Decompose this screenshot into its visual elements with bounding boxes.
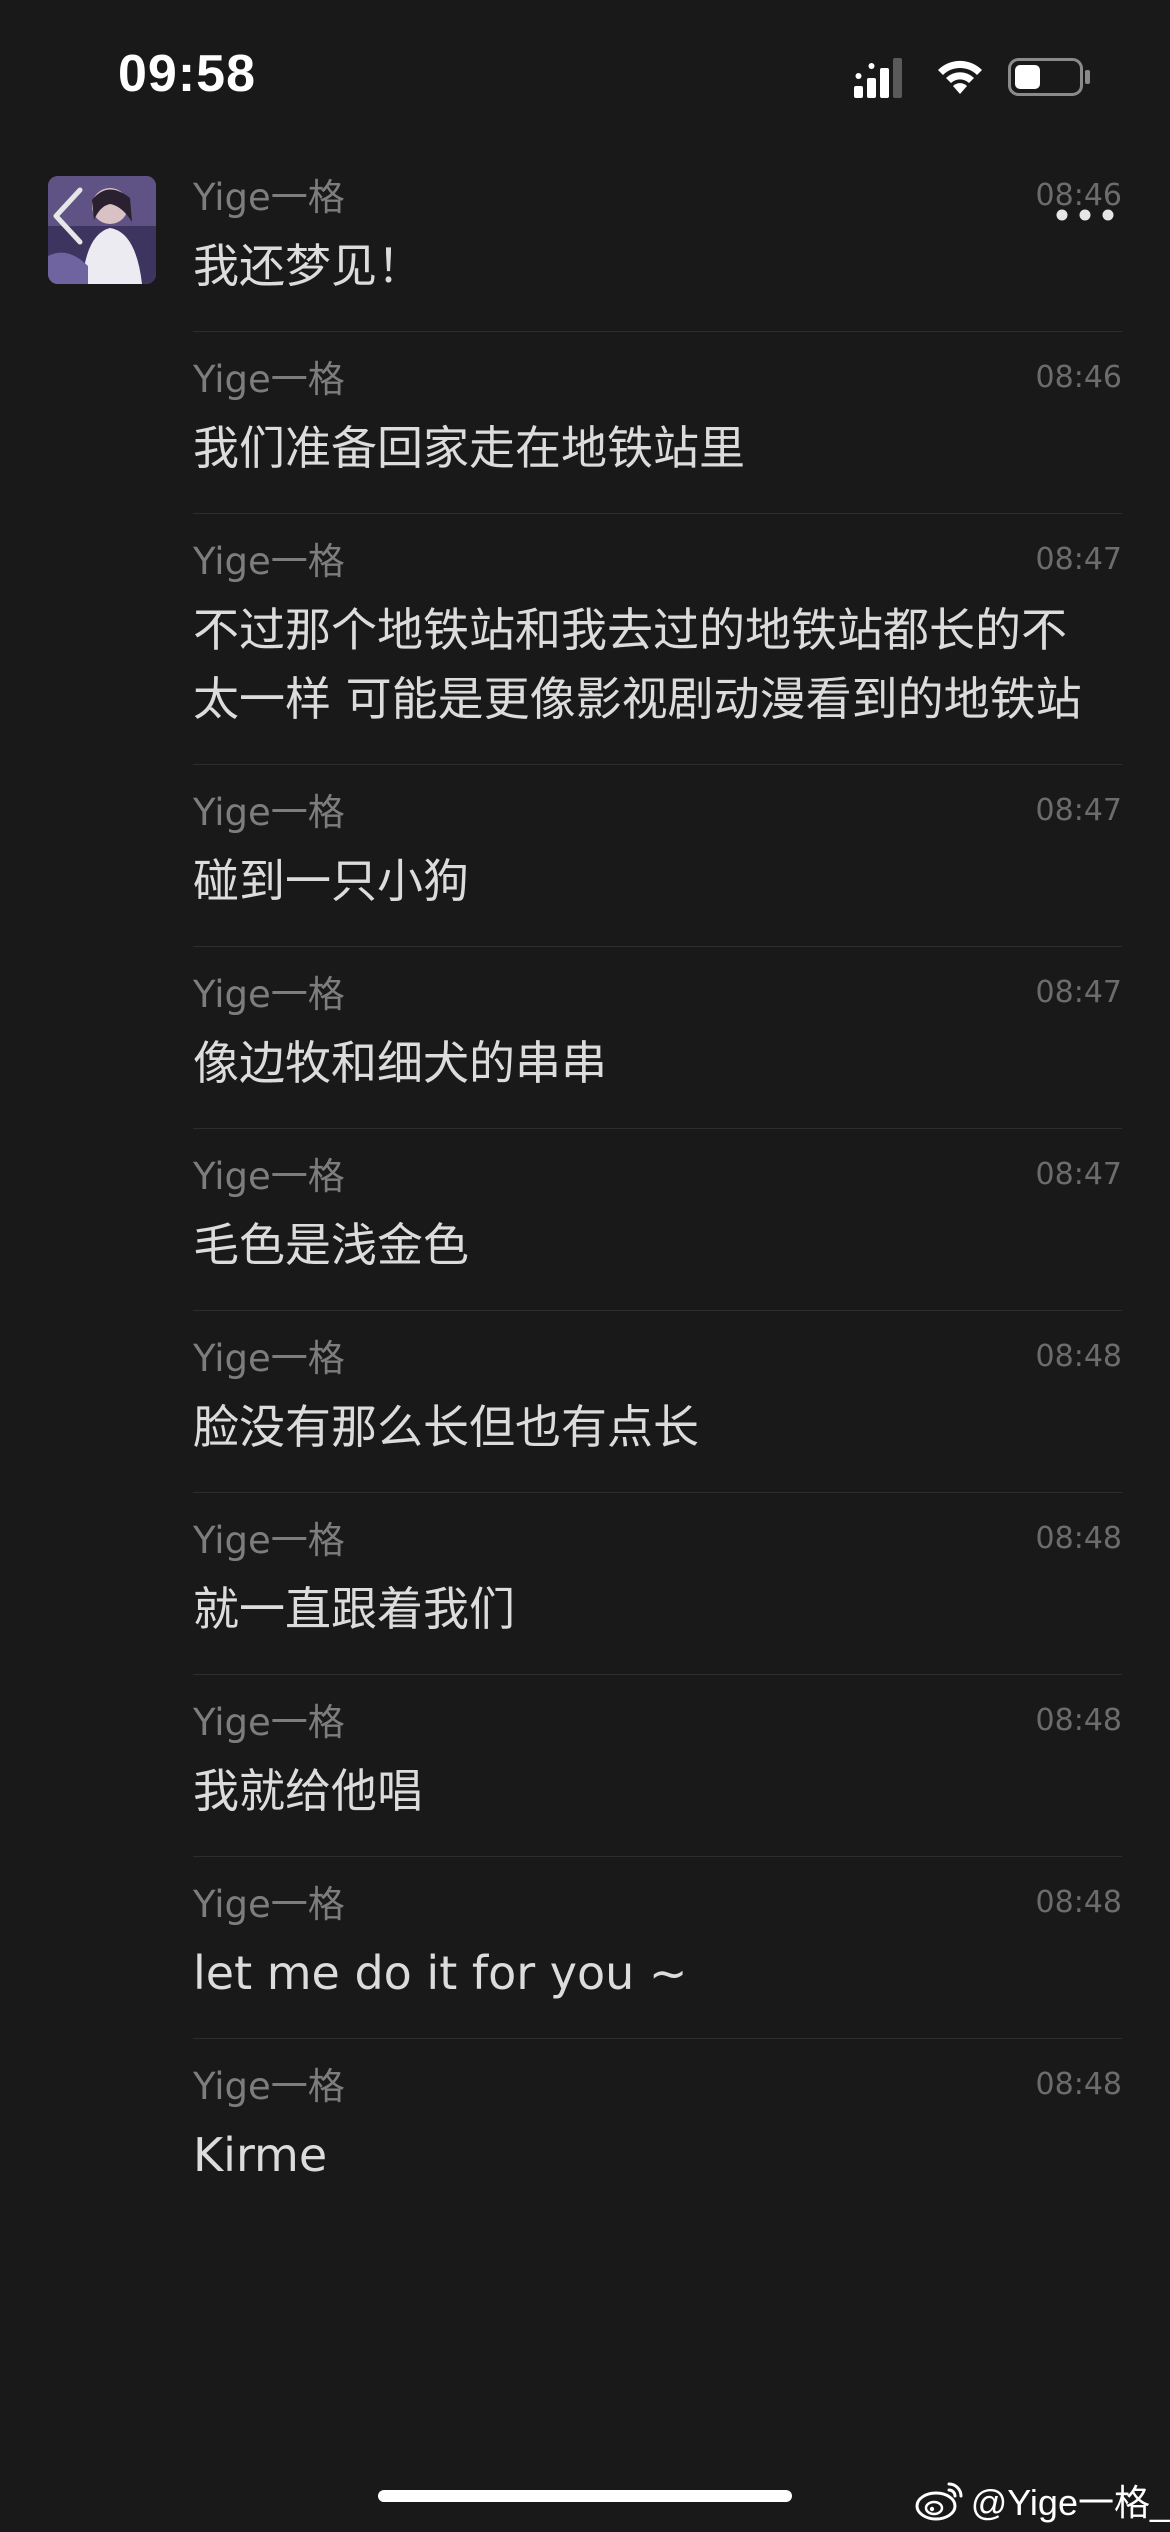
message-item[interactable]: Yige一格 08:48 let me do it for you ~ [193, 1857, 1122, 2039]
message-item[interactable]: Yige一格 08:48 我就给他唱 [193, 1675, 1122, 1857]
message-item[interactable]: Yige一格 08:48 Kirme [193, 2039, 1122, 2220]
more-horizontal-icon[interactable] [1052, 190, 1118, 240]
message-item[interactable]: Yige一格 08:48 就一直跟着我们 [193, 1493, 1122, 1675]
status-bar: 09:58 [0, 0, 1170, 150]
message-text: 我就给他唱 [193, 1764, 423, 1818]
message-item[interactable]: Yige一格 08:47 像边牧和细犬的串串 [193, 947, 1122, 1129]
message-time: 08:48 [1035, 1703, 1122, 1738]
message-item[interactable]: Yige一格 08:46 我们准备回家走在地铁站里 [193, 332, 1122, 514]
message-time: 08:48 [1035, 2067, 1122, 2102]
battery-icon [1008, 58, 1090, 96]
message-time: 08:48 [1035, 1521, 1122, 1556]
message-list[interactable]: Yige一格 08:46 我还梦见！ Yige一格 08:46 我们准备回家走在地铁站里 Y… [0, 150, 1170, 2220]
wifi-icon [938, 60, 982, 94]
message-text: 毛色是浅金色 [193, 1218, 469, 1272]
message-sender: Yige一格 [193, 1883, 345, 1926]
header [0, 160, 1170, 270]
message-text: 就一直跟着我们 [193, 1582, 515, 1636]
message-time: 08:47 [1035, 542, 1122, 577]
message-text: 不过那个地铁站和我去过的地铁站都长的不太一样 可能是更像影视剧动漫看到的地铁站 [193, 603, 1082, 726]
message-item[interactable]: Yige一格 08:47 碰到一只小狗 [193, 765, 1122, 947]
message-sender: Yige一格 [193, 358, 345, 401]
message-item[interactable]: Yige一格 08:47 毛色是浅金色 [193, 1129, 1122, 1311]
message-time: 08:48 [1035, 1885, 1122, 1920]
message-sender: Yige一格 [193, 973, 345, 1016]
chevron-left-icon[interactable] [40, 180, 96, 252]
status-time: 09:58 [118, 45, 256, 103]
message-time: 08:47 [1035, 1157, 1122, 1192]
message-text: 像边牧和细犬的串串 [193, 1036, 607, 1090]
message-sender: Yige一格 [193, 2065, 345, 2108]
message-time: 08:47 [1035, 975, 1122, 1010]
message-item[interactable]: Yige一格 08:47 不过那个地铁站和我去过的地铁站都长的不太一样 可能是更像影… [193, 514, 1122, 765]
message-text: 脸没有那么长但也有点长 [193, 1400, 699, 1454]
message-time: 08:48 [1035, 1339, 1122, 1374]
message-text: let me do it for you ~ [193, 1946, 688, 2000]
home-indicator[interactable] [378, 2490, 792, 2502]
message-time: 08:46 [1035, 360, 1122, 395]
message-sender: Yige一格 [193, 1519, 345, 1562]
cellular-signal-icon [854, 58, 902, 98]
message-text: 碰到一只小狗 [193, 854, 469, 908]
message-sender: Yige一格 [193, 1701, 345, 1744]
weibo-icon [915, 2482, 963, 2521]
message-item[interactable]: Yige一格 08:48 脸没有那么长但也有点长 [193, 1311, 1122, 1493]
message-sender: Yige一格 [193, 540, 345, 583]
watermark-text: @Yige一格_ [970, 2482, 1170, 2523]
watermark: @Yige一格_ [915, 2472, 1170, 2528]
message-time: 08:47 [1035, 793, 1122, 828]
message-sender: Yige一格 [193, 1155, 345, 1198]
message-text: 我们准备回家走在地铁站里 [193, 421, 745, 475]
message-text: Kirme [193, 2128, 328, 2182]
message-sender: Yige一格 [193, 1337, 345, 1380]
message-sender: Yige一格 [193, 791, 345, 834]
